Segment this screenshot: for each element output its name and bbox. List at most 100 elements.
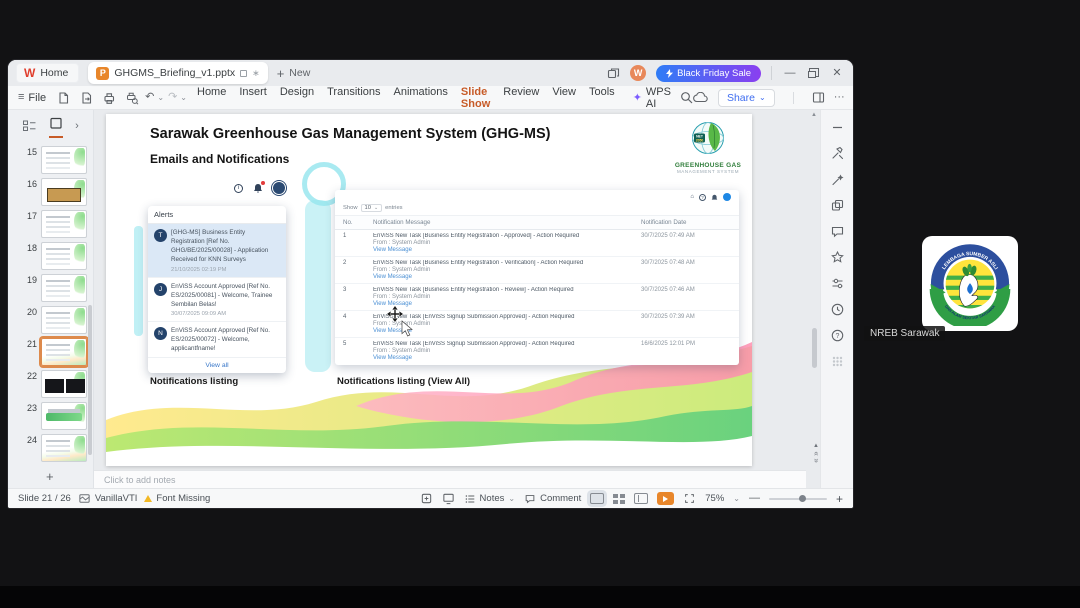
panel-scrollbar[interactable] [88, 305, 92, 455]
zoom-caret-icon[interactable]: ⌄ [733, 494, 740, 503]
row-message: EnViSS New Task [EnViSS Signup Submissio… [373, 341, 575, 347]
menu-insert[interactable]: Insert [239, 86, 267, 110]
menu-animations[interactable]: Animations [394, 86, 448, 110]
slide-thumbnail-row[interactable]: 22 [21, 370, 87, 398]
alert-item: N EnViSS Account Approved [Ref No. ES/20… [148, 322, 286, 359]
slide-thumbnail-row[interactable]: 17 [21, 210, 87, 238]
add-slide-button[interactable]: + [46, 470, 54, 483]
zoom-slider[interactable] [768, 494, 827, 502]
present-display-icon[interactable] [442, 492, 455, 505]
slide-thumbnail[interactable] [41, 242, 87, 270]
font-missing-warning[interactable]: Font Missing [144, 493, 210, 504]
slide-thumbnail-row[interactable]: 24 [21, 434, 87, 462]
theme-button[interactable]: VanillaVTI [78, 492, 137, 505]
slide-thumbnail-row-selected[interactable]: 21 [21, 338, 87, 366]
tab-document[interactable]: P GHGMS_Briefing_v1.pptx ∗ [88, 62, 268, 84]
normal-view-button[interactable] [590, 493, 605, 504]
restore-button[interactable] [808, 68, 819, 78]
slide-number: 15 [26, 147, 37, 157]
task-pane-icon[interactable] [812, 91, 825, 104]
slide-thumbnail[interactable] [41, 402, 87, 430]
effects-wand-icon[interactable] [830, 172, 845, 187]
history-clock-icon[interactable] [830, 302, 845, 317]
notes-toggle[interactable]: Notes ⌄ [464, 493, 516, 505]
slide-thumbnail-row[interactable]: 19 [21, 274, 87, 302]
print-icon[interactable] [102, 91, 116, 105]
slide-thumbnail-row[interactable]: 23 [21, 402, 87, 430]
redo-icon[interactable]: ↷ [168, 92, 177, 103]
zoom-level[interactable]: 75% [705, 493, 724, 504]
print-preview-icon[interactable] [125, 91, 139, 105]
next-slide-button[interactable]: » [812, 458, 821, 462]
collapse-rail-icon[interactable] [830, 120, 845, 135]
previous-slide-button[interactable]: « [812, 451, 821, 455]
window-stack-icon[interactable] [607, 67, 620, 80]
slide-thumbnail-row[interactable]: 20 [21, 306, 87, 334]
menu-home[interactable]: Home [197, 86, 226, 110]
zoom-slider-handle[interactable] [798, 494, 806, 502]
file-menu-button[interactable]: ≡ File [18, 92, 46, 104]
scroll-up-icon[interactable]: ▲ [811, 112, 817, 118]
menu-design[interactable]: Design [280, 86, 314, 110]
tab-wps-home[interactable]: W Home [16, 63, 80, 83]
cloud-sync-icon[interactable] [693, 92, 709, 103]
participant-video-tile[interactable]: LEMBAGA SUMBER ASLI DAN ALAM SEKITAR SAR… [922, 236, 1018, 331]
slide-sorter-view-button[interactable] [613, 493, 626, 504]
slide-thumbnail-row[interactable]: 16 [21, 178, 87, 206]
notes-input[interactable]: Click to add notes [94, 470, 806, 488]
menu-tools[interactable]: Tools [589, 86, 615, 110]
menu-view[interactable]: View [552, 86, 576, 110]
slide-thumbnail-row[interactable]: 15 [21, 146, 87, 174]
fit-slide-icon[interactable] [683, 492, 696, 505]
promo-banner-button[interactable]: Black Friday Sale [656, 64, 761, 82]
wps-ai-button[interactable]: ✦ WPS AI [633, 86, 671, 110]
slide-thumbnail[interactable] [41, 306, 87, 334]
menu-slide-show[interactable]: Slide Show [460, 86, 491, 116]
help-icon[interactable]: ? [830, 328, 845, 343]
undo-icon[interactable]: ↶ [145, 92, 154, 103]
notification-badge [261, 181, 265, 185]
slide-thumbnail[interactable] [41, 178, 87, 206]
save-icon[interactable] [56, 91, 70, 105]
collapse-panel-icon[interactable]: › [75, 120, 79, 132]
notes-caret-icon: ⌄ [508, 493, 516, 503]
slide-thumbnail-row[interactable]: 18 [21, 242, 87, 270]
account-avatar[interactable]: W [630, 65, 647, 81]
slideshow-play-button[interactable] [657, 492, 675, 505]
slide-view-icon[interactable] [49, 117, 64, 138]
close-button[interactable]: ✕ [829, 67, 845, 79]
comment-button[interactable]: Comment [524, 493, 581, 505]
settings-sliders-icon[interactable] [830, 276, 845, 291]
slide-thumbnail[interactable] [41, 274, 87, 302]
search-icon[interactable] [680, 91, 693, 104]
reading-view-button[interactable] [634, 493, 649, 504]
shapes-icon[interactable] [830, 198, 845, 213]
tab-pin-icon[interactable] [240, 69, 248, 77]
minimize-button[interactable]: — [782, 67, 798, 79]
slide-thumbnail[interactable] [41, 146, 87, 174]
tools-icon[interactable] [830, 146, 845, 161]
favorites-star-icon[interactable] [830, 250, 845, 265]
zoom-in-button[interactable]: + [836, 492, 843, 506]
outline-view-icon[interactable] [22, 119, 37, 133]
slide-thumbnail[interactable] [41, 434, 87, 462]
comment-icon[interactable] [830, 224, 845, 239]
undo-caret-icon[interactable]: ⌄ [157, 93, 164, 102]
new-slide-icon[interactable] [420, 492, 433, 505]
menu-transitions[interactable]: Transitions [327, 86, 380, 110]
apps-grid-icon[interactable] [830, 354, 845, 369]
share-button[interactable]: Share ⌄ [717, 88, 775, 107]
slide-thumbnail[interactable] [41, 370, 87, 398]
slide-21[interactable]: Sarawak Greenhouse Gas Management System… [106, 114, 752, 466]
slide-thumbnail[interactable] [41, 338, 87, 366]
zoom-out-button[interactable]: — [749, 493, 760, 504]
slide-thumbnail[interactable] [41, 210, 87, 238]
more-icon[interactable]: ··· [834, 92, 845, 103]
scroll-up-small-icon[interactable]: ▲ [813, 443, 819, 449]
export-icon[interactable] [79, 91, 93, 105]
redo-caret-icon[interactable]: ⌄ [180, 93, 187, 102]
new-tab-button[interactable]: + New [277, 67, 311, 80]
document-tab-label: GHGMS_Briefing_v1.pptx [114, 67, 236, 79]
menu-review[interactable]: Review [503, 86, 539, 110]
canvas-scrollbar[interactable] [812, 328, 817, 368]
